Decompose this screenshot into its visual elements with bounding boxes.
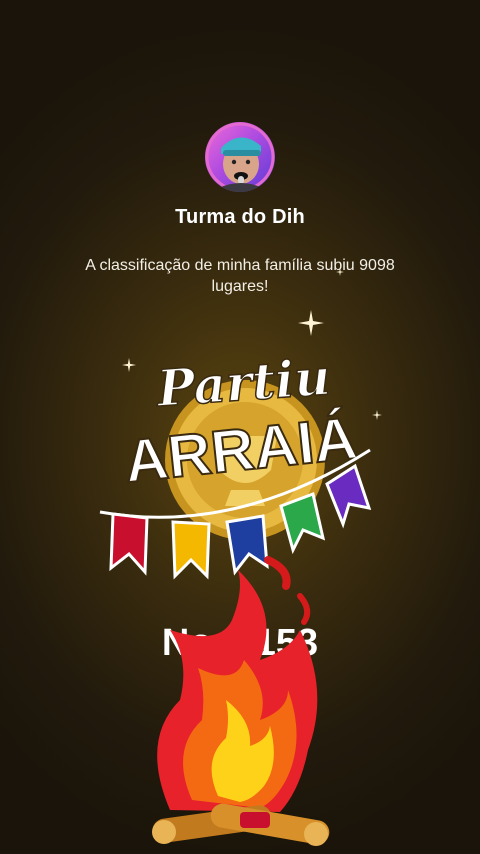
sparkle-icon bbox=[298, 310, 324, 336]
flag-green bbox=[279, 491, 326, 555]
family-name: Turma do Dih bbox=[175, 206, 305, 228]
rank-message: A classificação de minha família subiu 9… bbox=[85, 257, 395, 295]
avatar-image bbox=[205, 122, 275, 192]
sticker-line2: ARRAIÁ bbox=[121, 404, 360, 495]
family-avatar bbox=[205, 122, 275, 192]
bonfire-icon bbox=[152, 556, 330, 846]
sticker-line1: Partiu bbox=[153, 347, 332, 418]
flag-purple bbox=[325, 463, 372, 529]
sparkle-icon bbox=[336, 268, 344, 276]
